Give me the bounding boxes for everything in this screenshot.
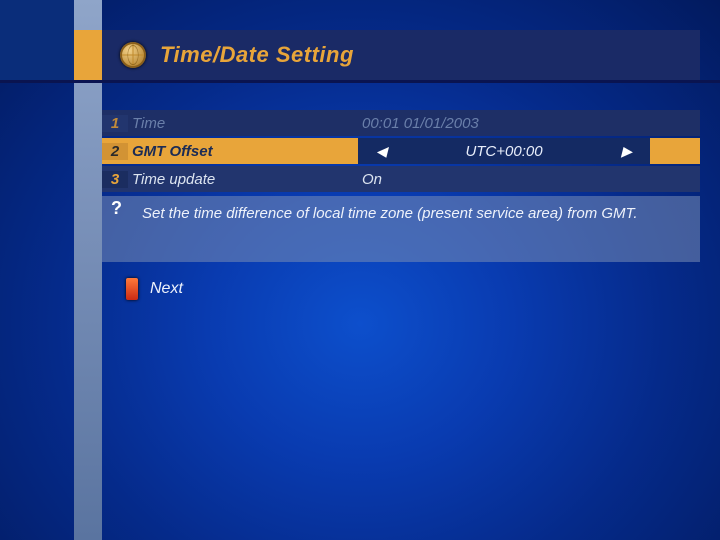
help-text: Set the time difference of local time zo… [102,196,700,262]
globe-icon [120,42,146,68]
sidebar-accent [74,30,102,80]
next-label: Next [150,280,183,298]
menu-item-time-update[interactable]: 3 Time update On [102,166,700,192]
row-label: GMT Offset [128,143,358,160]
row-value: On [358,171,700,188]
menu-item-gmt-offset[interactable]: 2 GMT Offset ◀ UTC+00:00 ▶ [102,138,700,164]
arrow-right-icon[interactable]: ▶ [621,143,632,160]
arrow-left-icon[interactable]: ◀ [376,143,387,160]
next-button[interactable]: Next [126,278,183,300]
row-number: 2 [102,143,128,160]
gmt-offset-selector[interactable]: ◀ UTC+00:00 ▶ [358,138,650,164]
row-label: Time update [128,171,358,188]
page-title: Time/Date Setting [160,42,354,68]
help-icon: ? [111,198,122,219]
row-number: 3 [102,171,128,188]
menu-item-time: 1 Time 00:01 01/01/2003 [102,110,700,136]
red-button-icon [126,278,138,300]
page-header: Time/Date Setting [102,30,700,80]
row-label: Time [128,115,358,132]
row-value: 00:01 01/01/2003 [358,115,700,132]
row-value: UTC+00:00 [465,143,542,160]
row-number: 1 [102,115,128,132]
